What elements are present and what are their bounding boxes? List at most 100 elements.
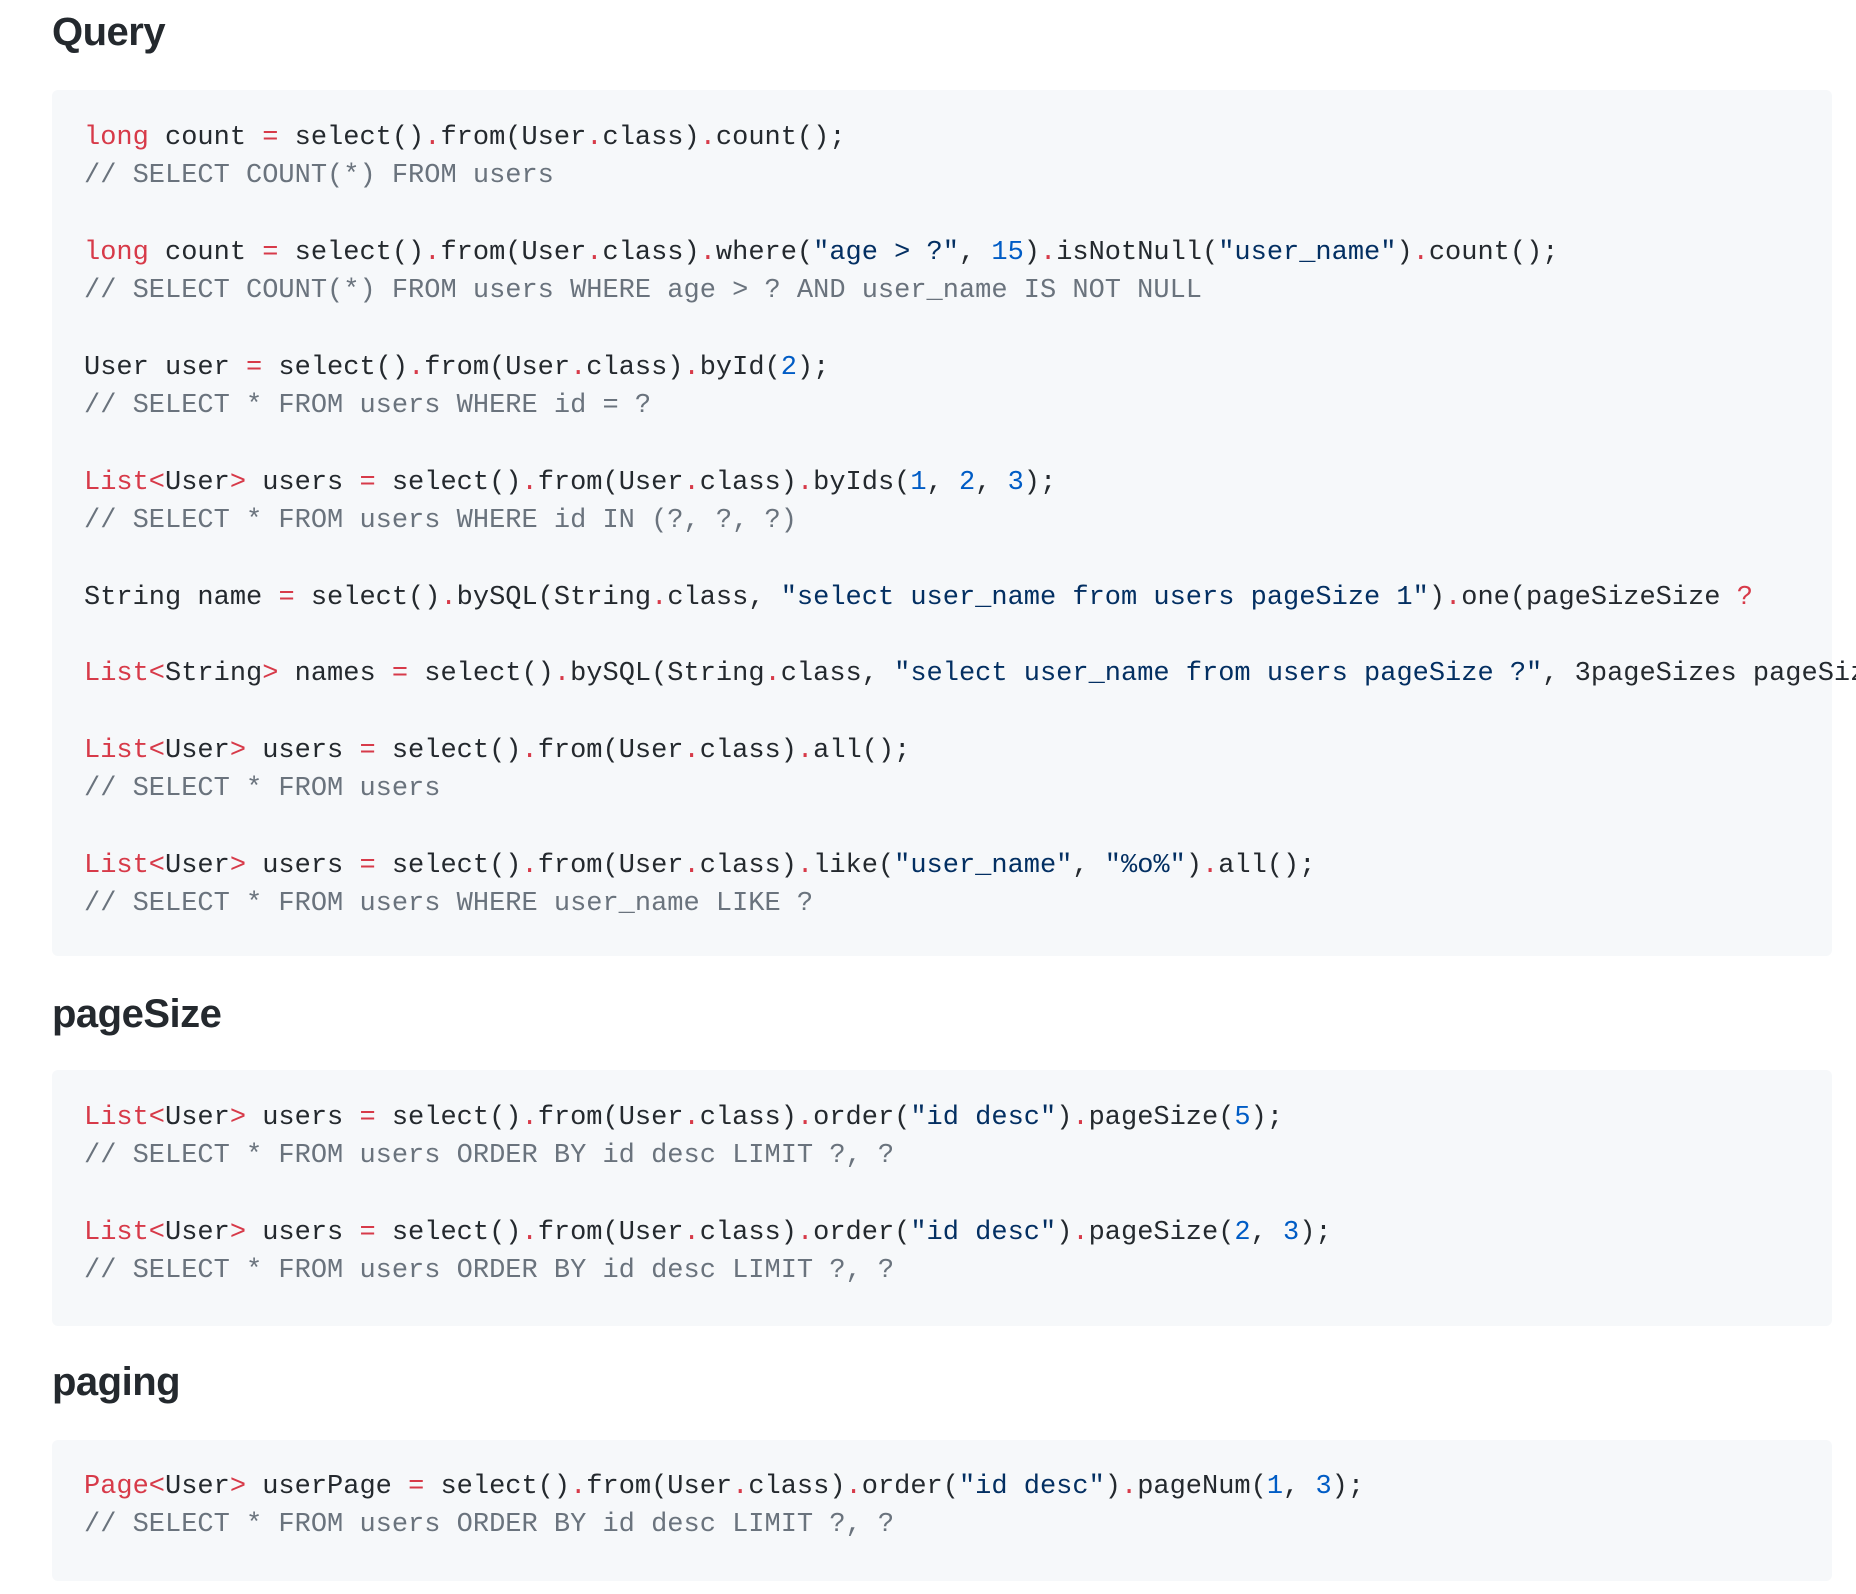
code-token: count(); <box>715 123 846 153</box>
code-token: // SELECT * FROM users WHERE user_name L… <box>84 888 814 919</box>
code-line: long count = select().from(User.class).w… <box>84 234 1832 272</box>
code-token: ); <box>1299 1217 1332 1248</box>
code-token: = <box>359 850 376 881</box>
code-token: "age > ?" <box>813 237 959 268</box>
code-token: , <box>926 467 959 498</box>
code-token: List< <box>84 659 166 690</box>
code-token: pageSize( <box>1088 1217 1235 1248</box>
code-token: from(User <box>537 1217 684 1248</box>
code-token: select() <box>375 1103 522 1133</box>
code-token: class) <box>602 123 700 153</box>
code-line: List<User> users = select().from(User.cl… <box>84 732 1832 770</box>
code-token: class, <box>667 582 781 613</box>
code-token: , 3pageSizes pageSize <box>1542 659 1856 690</box>
code-token: = <box>359 467 376 498</box>
code-token: > <box>229 1103 247 1133</box>
code-block-pagesize[interactable]: List<User> users = select().from(User.cl… <box>52 1070 1832 1326</box>
code-token: long <box>84 237 149 268</box>
code-token: users <box>246 467 360 498</box>
code-token: // SELECT * FROM users ORDER BY id desc … <box>84 1141 895 1172</box>
code-token: . <box>521 1217 538 1248</box>
code-token: . <box>553 659 571 690</box>
code-token: . <box>764 659 781 690</box>
code-token: "id desc" <box>910 1103 1057 1133</box>
code-token: . <box>408 352 425 383</box>
code-token: . <box>683 850 700 881</box>
code-token: from(User <box>537 1103 684 1133</box>
code-token: User <box>165 735 230 766</box>
code-token: ) <box>1104 1472 1121 1502</box>
code-line: // SELECT * FROM users ORDER BY id desc … <box>84 1506 1832 1544</box>
code-line: // SELECT * FROM users WHERE id = ? <box>84 387 1832 425</box>
code-line: long count = select().from(User.class).c… <box>84 119 1832 157</box>
code-token: one(pageSizeSize <box>1461 582 1737 613</box>
code-line: List<User> users = select().from(User.cl… <box>84 1099 1832 1137</box>
code-token: 1 <box>910 467 927 498</box>
code-token: . <box>683 467 700 498</box>
code-token: users <box>246 850 360 881</box>
code-token: names <box>278 659 392 690</box>
code-token: "%o%" <box>1104 850 1186 881</box>
code-token: . <box>796 467 814 498</box>
code-token: from(User <box>440 123 587 153</box>
code-token: byIds( <box>813 467 911 498</box>
code-token: byId( <box>699 352 781 383</box>
code-token: // SELECT * FROM users WHERE id IN (?, ?… <box>84 505 797 536</box>
code-line: List<String> names = select().bySQL(Stri… <box>84 655 1856 693</box>
code-token: ) <box>1023 237 1040 268</box>
code-token: class) <box>586 352 684 383</box>
code-token: bySQL(String <box>570 659 765 690</box>
code-token: "id desc" <box>958 1472 1105 1502</box>
code-token: . <box>683 1103 700 1133</box>
code-token: ) <box>1396 237 1413 268</box>
code-token: count <box>148 123 263 153</box>
code-token: ) <box>1428 582 1446 613</box>
code-token: from(User <box>537 467 684 498</box>
code-token: // SELECT * FROM users WHERE id = ? <box>84 391 652 422</box>
code-token: 5 <box>1234 1103 1251 1133</box>
code-token: 2 <box>1234 1217 1251 1248</box>
code-token: . <box>796 850 814 881</box>
code-token: 2 <box>958 467 976 498</box>
code-token: = <box>391 659 409 690</box>
section-title-pagesize: pageSize <box>52 992 222 1036</box>
code-token: = <box>359 1217 376 1248</box>
code-token: 3 <box>1283 1217 1300 1248</box>
code-token: . <box>796 1103 814 1133</box>
code-token: > <box>229 850 247 881</box>
code-token: users <box>246 1103 360 1133</box>
code-token: // SELECT * FROM users <box>84 774 441 805</box>
code-token: all(); <box>1218 850 1316 881</box>
code-token: , <box>1283 1472 1316 1502</box>
code-token: all(); <box>813 735 911 766</box>
code-token: like( <box>813 850 895 881</box>
code-token: = <box>278 582 295 613</box>
code-block-paging[interactable]: Page<User> userPage = select().from(User… <box>52 1440 1832 1581</box>
code-token: . <box>1039 237 1057 268</box>
code-token: > <box>229 1472 247 1502</box>
code-token: . <box>796 735 814 766</box>
code-token: isNotNull( <box>1056 237 1219 268</box>
code-token: . <box>1412 237 1429 268</box>
code-token: ) <box>1056 1103 1073 1133</box>
code-token: . <box>521 1103 538 1133</box>
code-block-query[interactable]: long count = select().from(User.class).c… <box>52 90 1856 956</box>
code-token: class) <box>602 237 700 268</box>
code-token: . <box>440 582 457 613</box>
code-token: Page< <box>84 1472 166 1502</box>
code-line: // SELECT * FROM users WHERE id IN (?, ?… <box>84 502 1832 540</box>
code-token: class) <box>699 735 797 766</box>
code-token: 15 <box>991 237 1024 268</box>
code-token: select() <box>408 659 554 690</box>
code-token: String <box>165 659 263 690</box>
code-token: = <box>262 123 279 153</box>
code-line: // SELECT * FROM users ORDER BY id desc … <box>84 1137 1832 1175</box>
code-token: , <box>975 467 1008 498</box>
code-token: , <box>1072 850 1105 881</box>
code-token: . <box>699 123 716 153</box>
code-token: class, <box>780 659 895 690</box>
